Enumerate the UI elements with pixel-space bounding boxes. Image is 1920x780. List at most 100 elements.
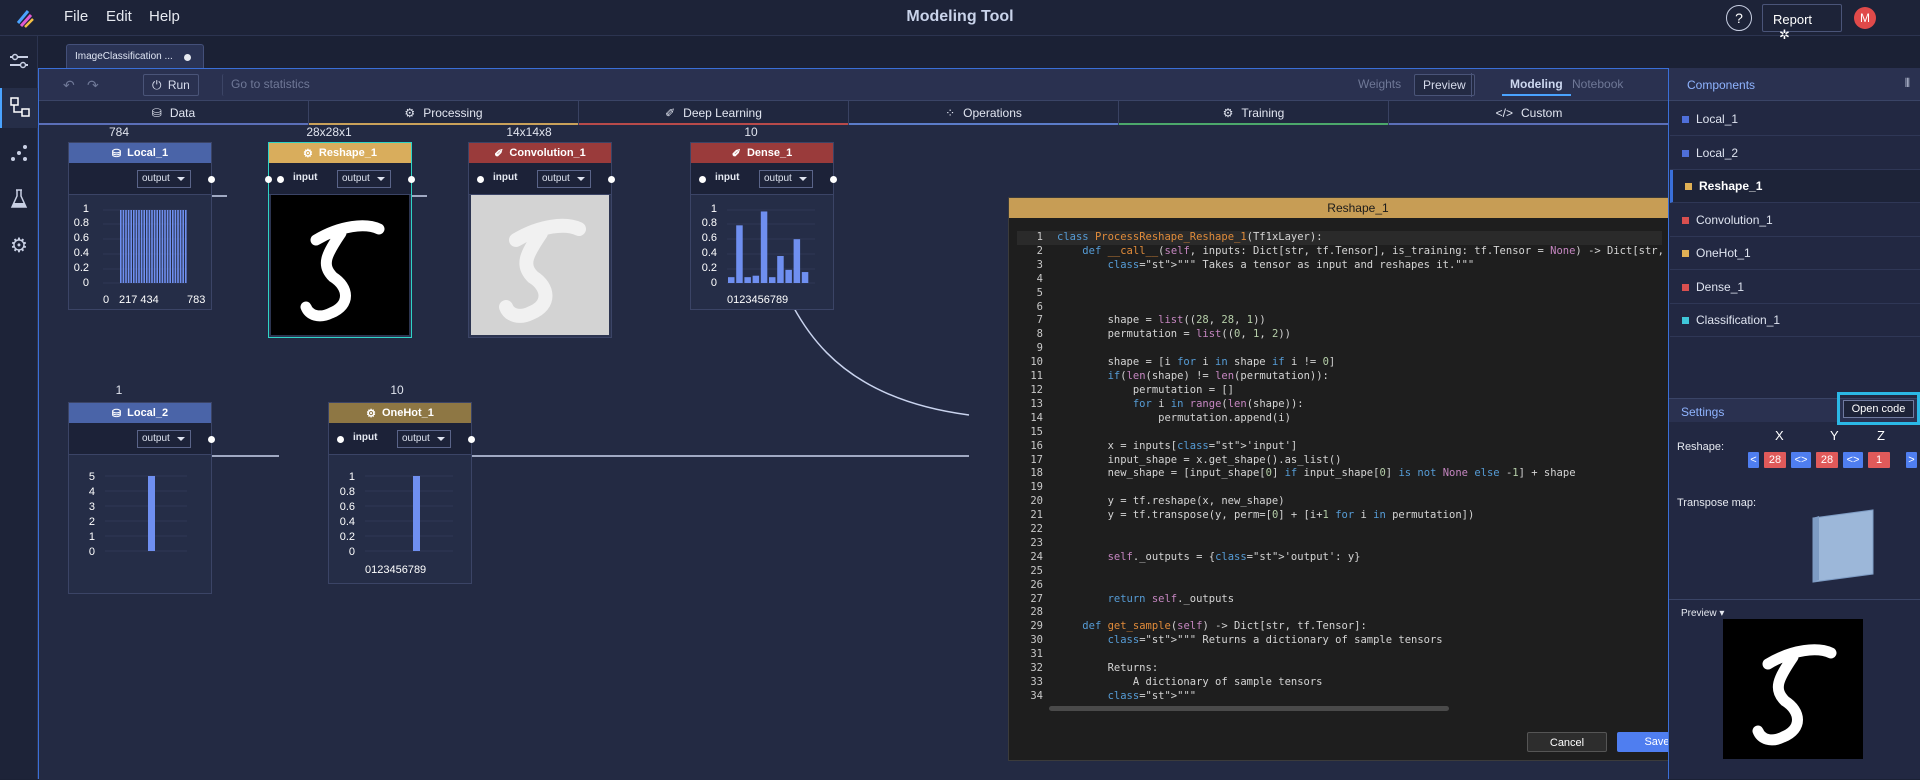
tab-processing[interactable]: ⚙ Processing (309, 101, 579, 125)
settings-wheel-icon: ⚙ (1222, 106, 1234, 120)
modal-title: Reshape_1 (1327, 201, 1389, 215)
output-port[interactable] (208, 436, 215, 443)
weights-button[interactable]: Weights (1350, 74, 1409, 96)
avatar[interactable]: M (1854, 7, 1876, 29)
components-header: Components ⦀ (1669, 68, 1920, 101)
component-item[interactable]: OneHot_1 (1670, 237, 1920, 270)
code-editor[interactable]: 1 class ProcessReshape_Reshape_1(Tf1xLaye… (1017, 231, 1662, 701)
code-line: 26 (1017, 579, 1662, 593)
local1-bar (127, 210, 130, 283)
node-conv1[interactable]: ✐ Convolution_1 input output (468, 142, 615, 338)
output-select[interactable]: output (537, 170, 591, 188)
columns-icon[interactable]: ⦀ (1905, 76, 1910, 91)
output-port[interactable] (830, 176, 837, 183)
output-select[interactable]: output (397, 430, 451, 448)
code-text: def __call__(self, inputs: Dict[str, tf.… (1082, 244, 1662, 257)
component-item[interactable]: Convolution_1 (1670, 204, 1920, 237)
unsaved-dot-icon[interactable] (184, 54, 191, 61)
undo-icon[interactable]: ↶ (63, 77, 75, 94)
document-tab[interactable]: ImageClassification ... (66, 44, 204, 68)
output-port[interactable] (208, 176, 215, 183)
input-port[interactable] (337, 436, 344, 443)
code-icon: </> (1495, 106, 1513, 120)
code-line: 15 (1017, 426, 1662, 440)
tab-training[interactable]: ⚙ Training (1119, 101, 1389, 125)
swap-xy-button[interactable]: <> (1791, 452, 1811, 468)
node-ports: input output (329, 423, 475, 455)
component-item[interactable]: Dense_1 (1670, 271, 1920, 304)
report-button[interactable]: Report ✲ (1762, 4, 1842, 42)
line-number: 8 (1036, 328, 1043, 341)
redo-icon[interactable]: ↷ (87, 77, 99, 94)
component-label: Local_2 (1696, 145, 1739, 160)
reshape-z-value[interactable]: 1 (1868, 452, 1890, 468)
tab-custom[interactable]: </> Custom (1389, 101, 1669, 125)
output-select[interactable]: output (137, 430, 191, 448)
line-number: 32 (1030, 662, 1043, 675)
open-code-button[interactable]: Open code (1843, 400, 1914, 418)
swap-yz-button[interactable]: <> (1843, 452, 1863, 468)
output-port[interactable] (468, 436, 475, 443)
code-text: shape = list((28, 28, 1)) (1057, 314, 1266, 327)
node-preview-chart: 1 0.8 0.6 0.4 0.2 0 0 217 434 783 (69, 195, 211, 309)
divider (1669, 599, 1920, 600)
shift-right-button[interactable]: > (1906, 452, 1917, 468)
input-port[interactable] (265, 176, 272, 183)
horizontal-scrollbar[interactable] (1049, 706, 1449, 711)
notebook-tab[interactable]: Notebook (1564, 74, 1631, 96)
code-text: Returns: (1057, 662, 1159, 675)
reshape-y-value[interactable]: 28 (1816, 452, 1838, 468)
statistics-nav-button[interactable] (0, 134, 38, 174)
help-button[interactable]: ? (1726, 5, 1752, 31)
reshape-x-value[interactable]: 28 (1764, 452, 1786, 468)
component-item[interactable]: Local_1 (1670, 103, 1920, 136)
local1-bar (182, 210, 184, 283)
code-line: 18 new_shape = [input_shape[0] if input_… (1017, 467, 1662, 481)
output-select[interactable]: output (137, 170, 191, 188)
settings-nav-button[interactable]: ⚙ (0, 225, 38, 265)
test-nav-button[interactable] (0, 180, 38, 220)
input-port[interactable] (699, 176, 706, 183)
node-reshape1[interactable]: ⚙ Reshape_1 input output (265, 142, 415, 338)
code-line: 32 Returns: (1017, 662, 1662, 676)
tab-data[interactable]: ⛁ Data (39, 101, 309, 125)
shift-left-button[interactable]: < (1748, 452, 1759, 468)
component-label: Reshape_1 (1699, 179, 1763, 193)
code-line: 11 if(len(shape) != len(permutation)): (1017, 370, 1662, 384)
modeling-tab[interactable]: Modeling (1502, 74, 1571, 96)
run-button[interactable]: ⏻ Run (143, 74, 199, 96)
line-number: 27 (1030, 592, 1043, 605)
component-item[interactable]: Reshape_1 (1670, 170, 1920, 203)
modeling-nav-button[interactable] (0, 88, 38, 128)
node-onehot1[interactable]: ⚙ OneHot_1 input output 1 0.8 0.6 0.4 0.2 0 01… (328, 402, 475, 584)
local1-bar (169, 210, 171, 283)
node-dense1[interactable]: ✐ Dense_1 input output 1 0.8 0.6 0.4 0.2 0 012… (690, 142, 837, 310)
layers-nav-button[interactable] (0, 42, 38, 82)
output-port[interactable] (608, 176, 615, 183)
output-select[interactable]: output (759, 170, 813, 188)
component-color-marker (1682, 216, 1689, 224)
output-select[interactable]: output (337, 170, 391, 188)
component-item[interactable]: Local_2 (1670, 137, 1920, 170)
local1-bar (177, 210, 179, 283)
node-local2[interactable]: ⛁ Local_2 output 5 4 3 2 1 0 (68, 402, 215, 594)
svg-text:0: 0 (103, 294, 109, 306)
workspace: ↶ ↷ ⏻ Run Go to statistics Weights Previ… (38, 68, 1708, 780)
node-local1[interactable]: ⛁ Local_1 output 1 0.8 0.6 0.4 0.2 0 0 217 434 7… (68, 142, 215, 310)
output-port[interactable] (408, 176, 415, 183)
input-port[interactable] (477, 176, 484, 183)
onehot1-shape-label: 10 (390, 383, 404, 397)
component-item[interactable]: Classification_1 (1670, 304, 1920, 337)
line-number: 13 (1030, 397, 1043, 410)
node-title: Local_1 (127, 147, 169, 159)
preview-dropdown[interactable]: Preview ▾ (1681, 608, 1724, 619)
local1-shape-label: 784 (108, 125, 130, 139)
category-tabs: ⛁ Data ⚙ Processing ✐ Deep Learning ⁘ Operat… (39, 101, 1669, 125)
preview-button[interactable]: Preview (1414, 74, 1475, 96)
transpose-map-cube[interactable] (1809, 508, 1879, 588)
go-to-statistics-button[interactable]: Go to statistics (222, 74, 318, 96)
tab-deep-learning[interactable]: ✐ Deep Learning (579, 101, 849, 125)
cancel-button[interactable]: Cancel (1527, 732, 1607, 752)
tab-operations[interactable]: ⁘ Operations (849, 101, 1119, 125)
svg-text:0.2: 0.2 (340, 531, 355, 543)
